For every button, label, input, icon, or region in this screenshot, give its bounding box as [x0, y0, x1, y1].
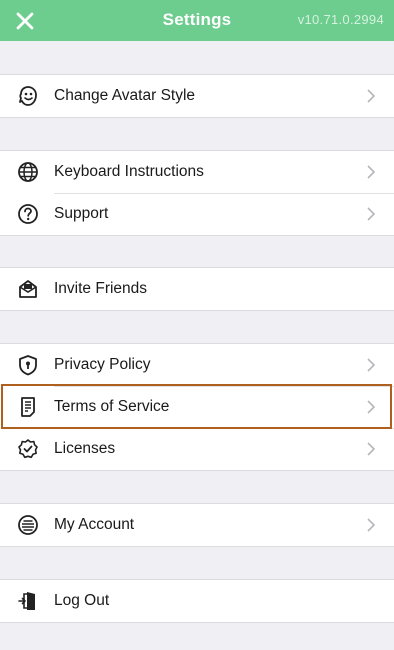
row-label: Change Avatar Style: [54, 87, 196, 104]
row-label: Privacy Policy: [54, 356, 151, 373]
envelope-icon: [17, 278, 39, 300]
row-licenses[interactable]: Licenses: [0, 428, 394, 470]
settings-group-invite: Invite Friends: [0, 267, 394, 311]
settings-group-help: Keyboard Instructions Support: [0, 150, 394, 236]
logout-door-icon: [17, 590, 39, 612]
settings-group-avatar: Change Avatar Style: [0, 74, 394, 118]
row-support[interactable]: Support: [0, 193, 394, 235]
row-privacy-policy[interactable]: Privacy Policy: [0, 344, 394, 386]
settings-group-account: My Account: [0, 503, 394, 547]
version-label: v10.71.0.2994: [297, 12, 384, 27]
row-label: Log Out: [54, 592, 110, 609]
document-icon: [17, 396, 39, 418]
account-icon: [17, 514, 39, 536]
avatar-face-icon: [17, 85, 39, 107]
row-keyboard-instructions[interactable]: Keyboard Instructions: [0, 151, 394, 193]
row-label: Licenses: [54, 440, 116, 457]
row-label: Keyboard Instructions: [54, 163, 204, 180]
chevron-right-icon: [367, 442, 376, 456]
globe-icon: [17, 161, 39, 183]
chevron-right-icon: [367, 518, 376, 532]
chevron-right-icon: [367, 400, 376, 414]
row-label: My Account: [54, 516, 135, 533]
question-circle-icon: [17, 203, 39, 225]
chevron-right-icon: [367, 358, 376, 372]
settings-group-logout: Log Out: [0, 579, 394, 623]
header-bar: Settings v10.71.0.2994: [0, 0, 394, 41]
row-log-out[interactable]: Log Out: [0, 580, 394, 622]
chevron-right-icon: [367, 207, 376, 221]
row-label: Support: [54, 205, 109, 222]
row-label: Invite Friends: [54, 280, 148, 297]
shield-icon: [17, 354, 39, 376]
row-invite-friends[interactable]: Invite Friends: [0, 268, 394, 310]
row-terms-of-service[interactable]: Terms of Service: [0, 386, 394, 428]
row-change-avatar-style[interactable]: Change Avatar Style: [0, 75, 394, 117]
chevron-right-icon: [367, 89, 376, 103]
row-label: Terms of Service: [54, 398, 170, 415]
check-badge-icon: [17, 438, 39, 460]
chevron-right-icon: [367, 165, 376, 179]
row-my-account[interactable]: My Account: [0, 504, 394, 546]
settings-group-legal: Privacy Policy Terms of Service Licenses: [0, 343, 394, 471]
